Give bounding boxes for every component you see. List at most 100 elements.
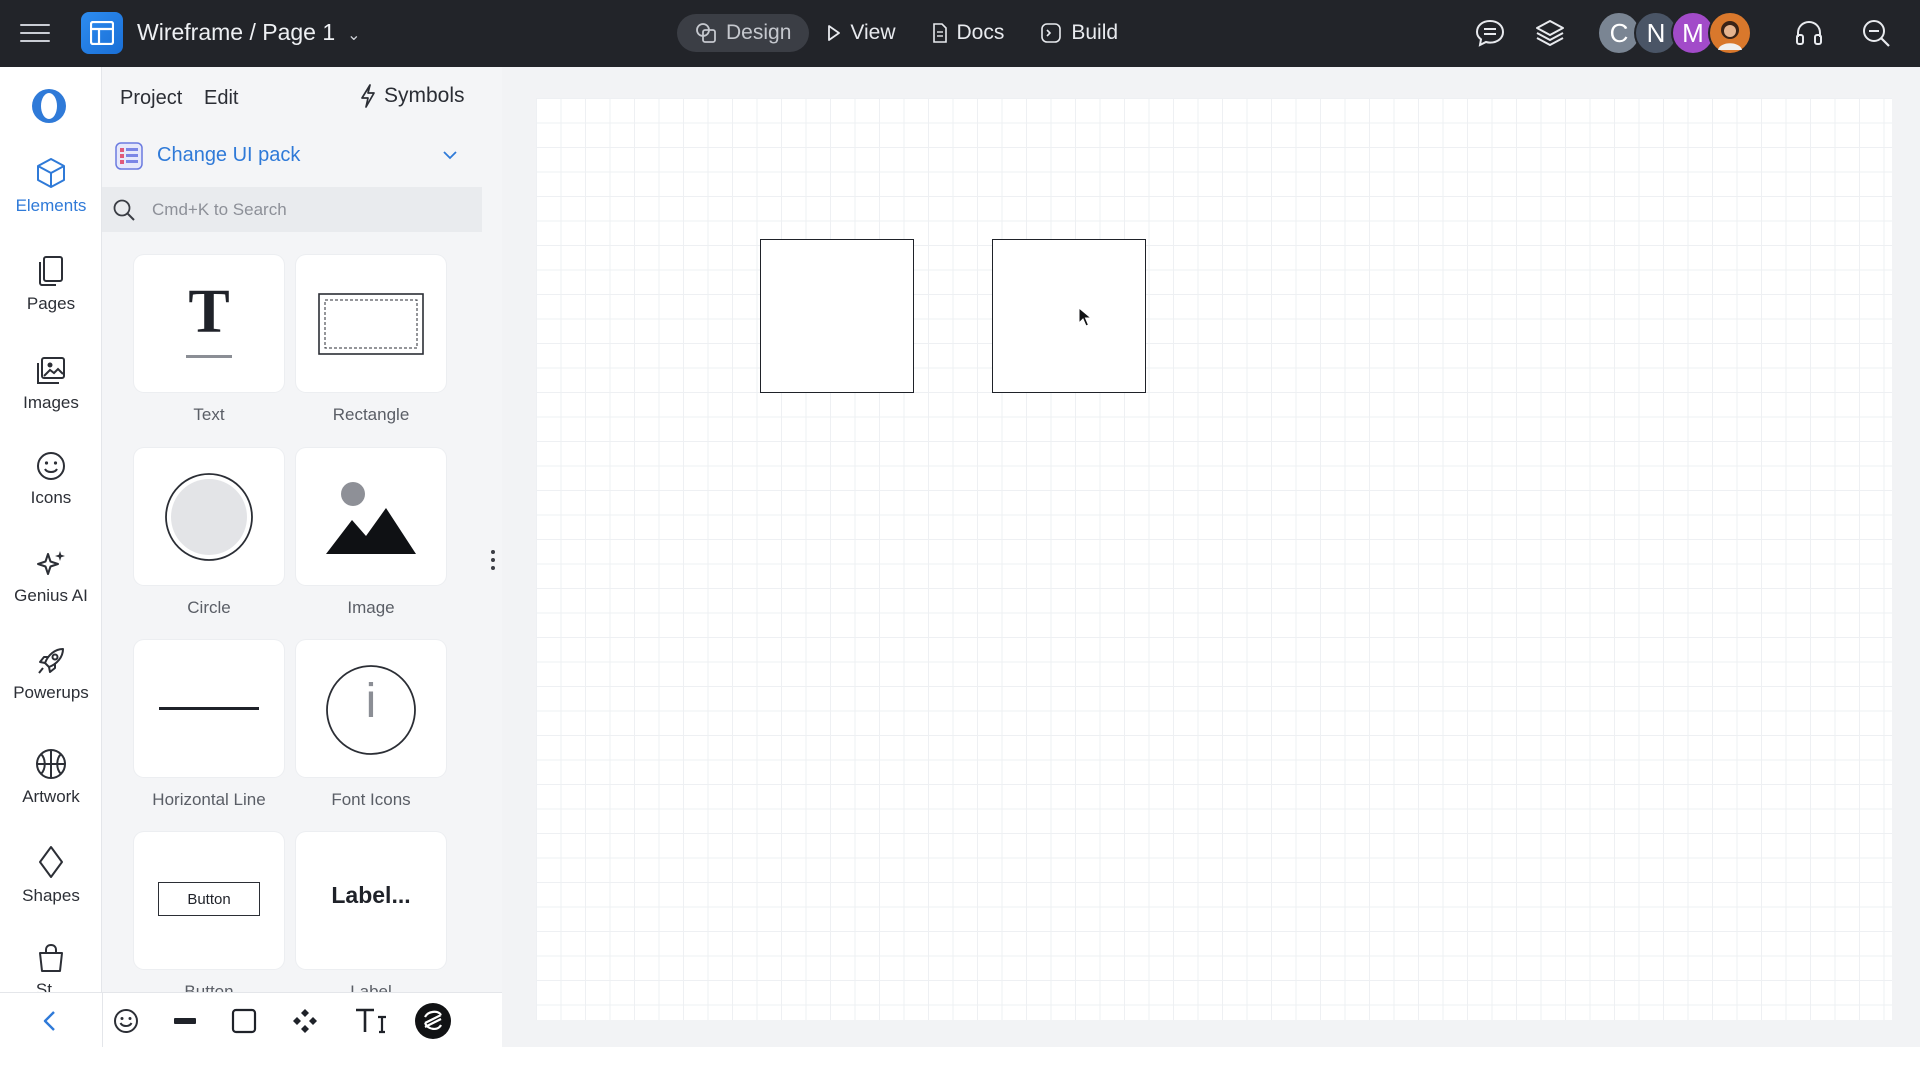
button-preview: Button	[158, 882, 260, 916]
avatar-initial: C	[1609, 17, 1629, 48]
elements-panel: Project Edit Symbols Change UI pack T Te…	[102, 67, 502, 992]
rail-item-pages[interactable]: Pages	[0, 255, 101, 314]
image-preview-icon	[326, 482, 416, 554]
element-tile-text[interactable]: T	[134, 255, 284, 392]
circle-preview-icon	[165, 473, 253, 561]
rail-item-icons[interactable]: Icons	[0, 451, 101, 508]
back-arrow-icon[interactable]	[34, 1005, 66, 1037]
rail-item-artwork[interactable]: Artwork	[0, 748, 101, 807]
avatar-photo[interactable]	[1708, 11, 1752, 55]
rail-item-shapes[interactable]: Shapes	[0, 845, 101, 906]
line-tool-icon[interactable]	[169, 1005, 201, 1037]
panel-more-icon[interactable]	[488, 549, 498, 573]
artboard[interactable]	[536, 98, 1892, 1020]
tab-edit[interactable]: Edit	[204, 87, 238, 110]
left-rail: Elements Pages Images Icons Genius AI Po…	[0, 67, 102, 992]
smiley-icon	[37, 452, 65, 480]
element-label: Font Icons	[331, 790, 411, 809]
pages-icon	[39, 256, 63, 286]
chevron-down-icon	[443, 151, 457, 160]
bag-icon	[39, 943, 63, 972]
tab-view-label: View	[850, 21, 896, 44]
avatar-initial: M	[1682, 17, 1704, 48]
font-icon-preview: i	[365, 675, 377, 728]
mode-tabs: Design View Docs Build	[677, 14, 1136, 52]
chevron-down-icon: ⌄	[347, 26, 361, 44]
lightning-icon	[361, 84, 375, 108]
element-tile-button[interactable]: Button	[134, 832, 284, 969]
square-tool-icon[interactable]	[228, 1005, 260, 1037]
footer-strip	[0, 1047, 1920, 1080]
rectangle-preview-icon	[318, 293, 424, 355]
comment-icon[interactable]	[1474, 17, 1506, 49]
canvas-rectangle[interactable]	[760, 239, 914, 393]
rail-item-images[interactable]: Images	[0, 356, 101, 413]
search-zoom-icon[interactable]	[1860, 17, 1892, 49]
diamond-icon	[39, 846, 63, 878]
canvas-rectangle[interactable]	[992, 239, 1146, 393]
elements-grid: T Text Rectangle Circle Image Horizontal…	[102, 240, 482, 992]
tab-view[interactable]: View	[809, 14, 913, 52]
user-photo-icon	[1711, 14, 1749, 52]
project-title-text: Wireframe / Page 1	[137, 19, 336, 45]
project-title[interactable]: Wireframe / Page 1 ⌄	[137, 19, 361, 46]
text-underline	[186, 355, 232, 358]
code-terminal-icon	[1041, 23, 1062, 43]
tab-project[interactable]: Project	[120, 87, 182, 110]
tab-design-label: Design	[726, 21, 792, 44]
rail-item-label: Genius AI	[14, 586, 88, 605]
ui-pack-label: Change UI pack	[157, 144, 301, 166]
element-tile-rectangle[interactable]	[296, 255, 446, 392]
text-tool-icon[interactable]	[351, 1005, 391, 1037]
brand-logo-icon[interactable]	[30, 87, 68, 125]
symbols-label: Symbols	[384, 84, 465, 107]
element-tile-circle[interactable]	[134, 448, 284, 585]
rail-item-genius-ai[interactable]: Genius AI	[0, 549, 101, 606]
symbols-button[interactable]: Symbols	[360, 84, 465, 108]
text-preview: T	[188, 278, 230, 346]
rail-item-label: Powerups	[13, 683, 89, 702]
change-ui-pack[interactable]: Change UI pack	[102, 132, 482, 180]
rail-item-label: Icons	[30, 488, 72, 507]
element-label: Label	[350, 982, 392, 992]
rail-item-label: Pages	[26, 294, 76, 313]
emoji-icon[interactable]	[110, 1005, 142, 1037]
rail-item-label: Artwork	[22, 787, 80, 806]
tab-design[interactable]: Design	[677, 14, 810, 52]
bottom-toolbar	[0, 992, 502, 1048]
rail-item-label: Elements	[15, 196, 87, 215]
stencil-icon[interactable]	[414, 1002, 452, 1040]
rail-item-store[interactable]: St...	[0, 943, 101, 992]
line-preview	[159, 707, 259, 710]
element-tile-horizontal-line[interactable]	[134, 640, 284, 777]
tab-docs[interactable]: Docs	[914, 14, 1023, 52]
ui-pack-icon	[115, 142, 143, 170]
avatar-initial: N	[1646, 17, 1666, 48]
layers-icon[interactable]	[1534, 17, 1566, 49]
design-shapes-icon	[696, 23, 716, 43]
element-tile-label[interactable]: Label...	[296, 832, 446, 969]
tab-build[interactable]: Build	[1022, 14, 1136, 52]
element-tile-font-icons[interactable]: i	[296, 640, 446, 777]
document-icon	[932, 23, 947, 43]
app-logo[interactable]	[81, 12, 123, 54]
panel-tabs: Project Edit Symbols	[102, 67, 482, 127]
element-label: Image	[347, 598, 395, 617]
element-tile-image[interactable]	[296, 448, 446, 585]
element-label: Circle	[187, 598, 231, 617]
images-icon	[37, 357, 65, 384]
label-preview: Label...	[331, 882, 411, 908]
element-label: Button	[184, 982, 234, 992]
hamburger-menu-icon[interactable]	[20, 20, 50, 46]
rail-item-elements[interactable]: Elements	[0, 157, 101, 216]
rail-item-powerups[interactable]: Powerups	[0, 646, 101, 703]
search-bar	[102, 187, 482, 232]
basketball-icon	[36, 749, 66, 779]
rail-item-label: Images	[23, 393, 79, 412]
sparkles-icon	[37, 551, 65, 575]
play-icon	[828, 25, 841, 41]
headset-icon[interactable]	[1793, 17, 1825, 49]
component-icon[interactable]	[289, 1005, 321, 1037]
search-input[interactable]	[152, 187, 472, 232]
tab-docs-label: Docs	[956, 21, 1005, 44]
